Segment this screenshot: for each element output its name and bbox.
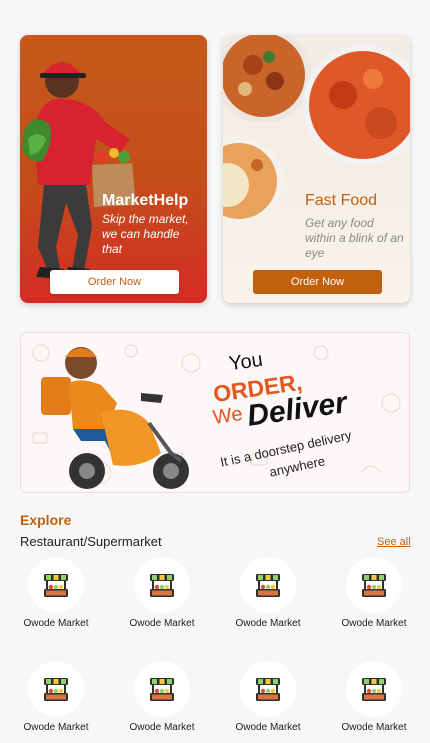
market-stall-icon [28, 557, 84, 613]
banner-slogan: You ORDER, We Deliver It is a doorstep d… [211, 349, 401, 489]
explore-heading: Explore [20, 512, 72, 528]
home-screen: MarketHelp Skip the market, we can handl… [0, 0, 430, 743]
promo-title: Fast Food [305, 192, 378, 209]
market-stall-icon [240, 661, 296, 717]
you-order-we-deliver-banner[interactable]: You ORDER, We Deliver It is a doorstep d… [20, 332, 410, 493]
food-bowls-photo [223, 35, 410, 225]
fast-food-promo-card[interactable]: Fast Food Get any food within a blink of… [223, 35, 410, 303]
scooter-rider-illustration [41, 347, 189, 489]
store-card[interactable]: Owode Market [11, 661, 101, 733]
order-now-button[interactable]: Order Now [253, 270, 382, 294]
market-stall-icon [134, 661, 190, 717]
market-stall-icon [134, 557, 190, 613]
promo-title: MarketHelp [102, 192, 189, 209]
store-card[interactable]: Owode Market [329, 557, 419, 629]
store-card[interactable]: Owode Market [117, 557, 207, 629]
store-label: Owode Market [235, 722, 301, 733]
store-card[interactable]: Owode Market [329, 661, 419, 733]
store-card[interactable]: Owode Market [223, 557, 313, 629]
store-label: Owode Market [129, 618, 195, 629]
store-label: Owode Market [129, 722, 195, 733]
order-now-button[interactable]: Order Now [50, 270, 179, 294]
delivery-man-photo [22, 62, 136, 279]
store-card[interactable]: Owode Market [117, 661, 207, 733]
market-stall-icon [346, 557, 402, 613]
store-label: Owode Market [235, 618, 301, 629]
section-title: Restaurant/Supermarket [20, 534, 162, 549]
market-stall-icon [28, 661, 84, 717]
slogan-you: You [227, 348, 265, 376]
market-stall-icon [346, 661, 402, 717]
store-label: Owode Market [23, 722, 89, 733]
store-card[interactable]: Owode Market [223, 661, 313, 733]
see-all-link[interactable]: See all [377, 536, 411, 548]
promo-subtitle: Skip the market, we can handle that [102, 212, 189, 256]
store-label: Owode Market [341, 722, 407, 733]
promo-subtitle: Get any food within a blink of an eye [305, 216, 404, 260]
market-stall-icon [240, 557, 296, 613]
store-label: Owode Market [23, 618, 89, 629]
slogan-we: We [211, 403, 244, 429]
markethelp-promo-card[interactable]: MarketHelp Skip the market, we can handl… [20, 35, 207, 303]
store-card[interactable]: Owode Market [11, 557, 101, 629]
store-label: Owode Market [341, 618, 407, 629]
